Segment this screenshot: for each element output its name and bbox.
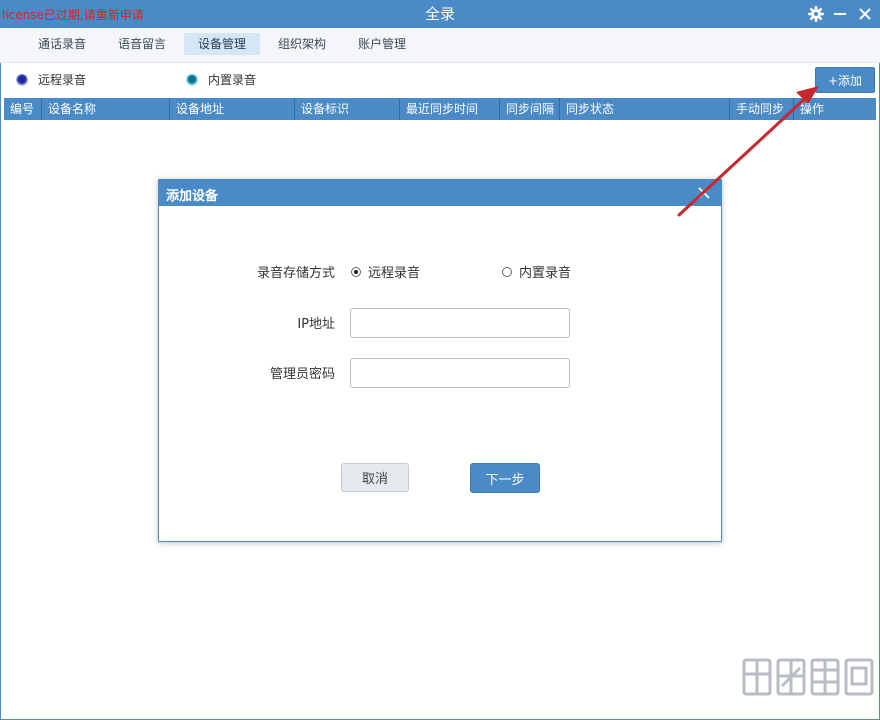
column-header-device-id[interactable]: 设备标识	[295, 98, 400, 120]
add-device-dialog: 添加设备 录音存储方式 远程录音 内置录音 IP地址 管理员密码 取消 下一步	[158, 179, 722, 542]
gear-icon[interactable]	[806, 4, 826, 24]
close-icon[interactable]	[855, 4, 875, 24]
radio-dot-icon	[16, 74, 28, 86]
tab-account-management[interactable]: 账户管理	[344, 33, 420, 55]
minimize-icon[interactable]	[830, 4, 850, 24]
storage-method-label: 录音存储方式	[225, 262, 335, 281]
tab-device-management[interactable]: 设备管理	[184, 33, 260, 55]
radio-selected-icon	[351, 267, 361, 277]
recording-mode-row: 远程录音 内置录音 +添加	[0, 62, 880, 96]
mode-label: 远程录音	[38, 71, 86, 88]
storage-option-label: 远程录音	[368, 262, 420, 281]
mode-label: 内置录音	[208, 71, 256, 88]
admin-password-input[interactable]	[350, 358, 570, 388]
next-step-button[interactable]: 下一步	[470, 463, 540, 493]
mode-builtin-recording[interactable]: 内置录音	[186, 71, 256, 88]
device-table-header: 编号 设备名称 设备地址 设备标识 最近同步时间 同步间隔 同步状态 手动同步 …	[4, 98, 876, 120]
storage-option-remote[interactable]: 远程录音	[351, 262, 420, 281]
column-header-sync-interval[interactable]: 同步间隔	[500, 98, 560, 120]
radio-dot-icon	[186, 74, 198, 86]
dialog-header: 添加设备	[159, 180, 721, 206]
dialog-title: 添加设备	[166, 185, 218, 204]
tab-voice-message[interactable]: 语音留言	[104, 33, 180, 55]
title-bar: license已过期,请重新申请 全录	[0, 0, 880, 28]
dialog-close-icon[interactable]	[695, 184, 713, 202]
ip-address-label: IP地址	[225, 313, 335, 332]
cancel-button[interactable]: 取消	[341, 463, 409, 492]
column-header-id[interactable]: 编号	[4, 98, 42, 120]
main-nav: 通话录音 语音留言 设备管理 组织架构 账户管理	[0, 28, 880, 63]
radio-unselected-icon	[502, 267, 512, 277]
admin-password-label: 管理员密码	[225, 363, 335, 382]
column-header-actions[interactable]: 操作	[794, 98, 876, 120]
storage-option-builtin[interactable]: 内置录音	[502, 262, 571, 281]
column-header-manual-sync[interactable]: 手动同步	[730, 98, 794, 120]
column-header-device-name[interactable]: 设备名称	[42, 98, 170, 120]
ip-address-input[interactable]	[350, 308, 570, 338]
column-header-sync-status[interactable]: 同步状态	[560, 98, 730, 120]
app-title: 全录	[0, 3, 880, 24]
tab-call-recording[interactable]: 通话录音	[24, 33, 100, 55]
storage-option-label: 内置录音	[519, 262, 571, 281]
add-device-button[interactable]: +添加	[815, 67, 875, 93]
column-header-device-address[interactable]: 设备地址	[170, 98, 295, 120]
tab-organization[interactable]: 组织架构	[264, 33, 340, 55]
watermark-logo-icon	[740, 654, 876, 718]
mode-remote-recording[interactable]: 远程录音	[16, 71, 86, 88]
column-header-last-sync-time[interactable]: 最近同步时间	[400, 98, 500, 120]
